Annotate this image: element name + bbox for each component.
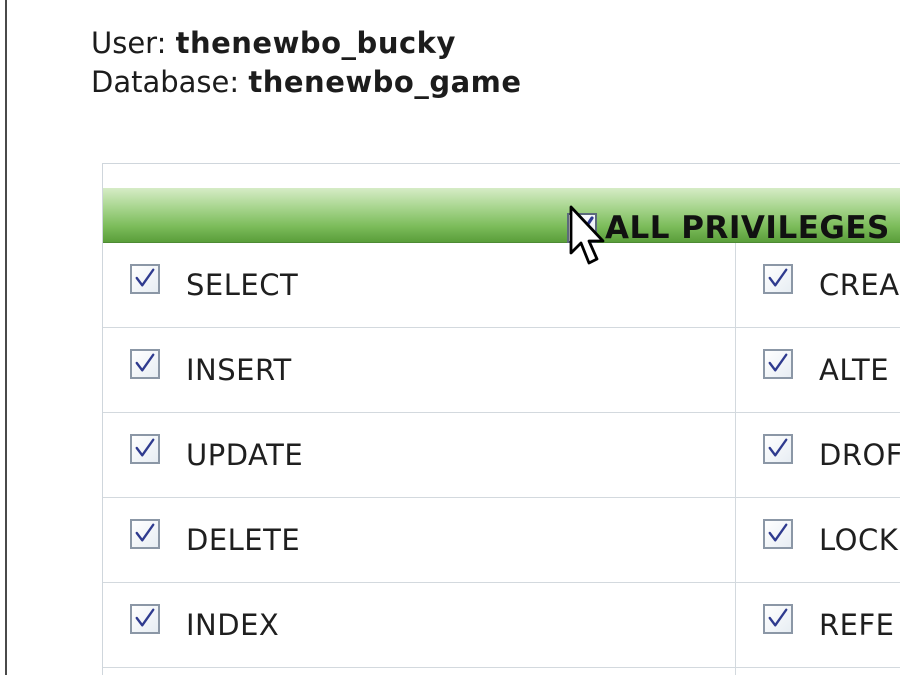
privileges-panel: ALL PRIVILEGES SELECT CREA INSERT ALTE U…	[102, 163, 900, 675]
update-label: UPDATE	[186, 438, 304, 472]
select-checkbox[interactable]	[130, 264, 160, 294]
user-database-info: User: thenewbo_bucky Database: thenewbo_…	[91, 24, 522, 102]
drop-label: DROF	[819, 438, 900, 472]
delete-label: DELETE	[186, 523, 301, 557]
select-label: SELECT	[186, 268, 299, 302]
alter-checkbox[interactable]	[763, 349, 793, 379]
lock-label: LOCK	[819, 523, 899, 557]
index-checkbox[interactable]	[130, 604, 160, 634]
privilege-row: INDEX REFE	[103, 583, 900, 668]
database-line: Database: thenewbo_game	[91, 63, 522, 102]
privilege-row: INSERT ALTE	[103, 328, 900, 413]
checkmark-icon	[135, 268, 155, 287]
privileges-page: User: thenewbo_bucky Database: thenewbo_…	[0, 0, 900, 675]
checkmark-icon	[135, 608, 155, 627]
checkmark-icon	[768, 353, 788, 372]
all-privileges-control[interactable]: ALL PRIVILEGES	[567, 210, 890, 246]
privilege-row: SELECT CREA	[103, 243, 900, 328]
privilege-row: UPDATE DROF	[103, 413, 900, 498]
delete-checkbox[interactable]	[130, 519, 160, 549]
insert-label: INSERT	[186, 353, 292, 387]
privilege-lock[interactable]: LOCK	[763, 498, 898, 582]
index-label: INDEX	[186, 608, 280, 642]
create-checkbox[interactable]	[763, 264, 793, 294]
checkmark-icon	[768, 438, 788, 457]
privilege-alter[interactable]: ALTE	[763, 328, 889, 412]
mouse-pointer-icon	[569, 205, 605, 265]
checkmark-icon	[768, 608, 788, 627]
privilege-create[interactable]: CREA	[763, 243, 900, 327]
privilege-select[interactable]: SELECT	[130, 243, 298, 327]
alter-label: ALTE	[819, 353, 890, 387]
references-checkbox[interactable]	[763, 604, 793, 634]
privilege-references[interactable]: REFE	[763, 583, 894, 667]
privilege-drop[interactable]: DROF	[763, 413, 900, 497]
privileges-header: ALL PRIVILEGES	[103, 188, 900, 246]
user-line: User: thenewbo_bucky	[91, 24, 522, 63]
update-checkbox[interactable]	[130, 434, 160, 464]
privilege-update[interactable]: UPDATE	[130, 413, 303, 497]
checkmark-icon	[135, 523, 155, 542]
checkmark-icon	[768, 523, 788, 542]
privilege-delete[interactable]: DELETE	[130, 498, 300, 582]
all-privileges-label: ALL PRIVILEGES	[605, 210, 890, 246]
drop-checkbox[interactable]	[763, 434, 793, 464]
privilege-index[interactable]: INDEX	[130, 583, 279, 667]
window-border	[5, 0, 7, 675]
privilege-row: DELETE LOCK	[103, 498, 900, 583]
checkmark-icon	[135, 438, 155, 457]
checkmark-icon	[135, 353, 155, 372]
user-value: thenewbo_bucky	[175, 26, 456, 60]
lock-checkbox[interactable]	[763, 519, 793, 549]
privilege-insert[interactable]: INSERT	[130, 328, 292, 412]
database-label: Database:	[91, 65, 240, 99]
checkmark-icon	[768, 268, 788, 287]
database-value: thenewbo_game	[248, 65, 522, 99]
privileges-grid: SELECT CREA INSERT ALTE UPDATE DROF DELE…	[103, 243, 900, 668]
user-label: User:	[91, 26, 167, 60]
insert-checkbox[interactable]	[130, 349, 160, 379]
create-label: CREA	[819, 268, 900, 302]
references-label: REFE	[819, 608, 895, 642]
